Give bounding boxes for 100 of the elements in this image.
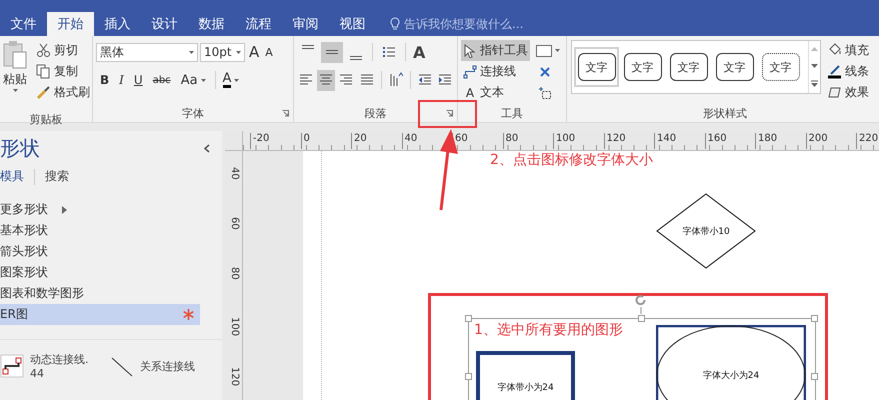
justify-icon: [360, 73, 374, 87]
rotation-handle-icon[interactable]: [635, 295, 647, 314]
paintbrush-icon: [36, 85, 51, 100]
copy-icon: [36, 64, 51, 79]
pen-icon: [827, 64, 842, 79]
selection-handle[interactable]: [465, 315, 472, 322]
master-shape[interactable]: 动态连接线. 44: [0, 352, 110, 380]
diamond-shape[interactable]: 字体带小10: [656, 193, 756, 269]
selection-handle[interactable]: [811, 315, 818, 322]
clipboard-button[interactable]: 格式刷: [34, 82, 92, 103]
effects-icon: [827, 85, 842, 100]
ruler-label: 120: [229, 367, 240, 386]
ribbon-tab[interactable]: 设计: [141, 12, 188, 36]
font-name-field[interactable]: 黑体: [96, 42, 198, 62]
ribbon-tab[interactable]: 审阅: [282, 12, 329, 36]
ruler-label: 200: [806, 133, 828, 149]
caret-icon: [200, 78, 206, 82]
ruler-label: 180: [755, 133, 778, 149]
panel-title: 形状: [0, 135, 40, 162]
group-label: 字体: [182, 106, 204, 120]
vertical-align-button[interactable]: [321, 42, 343, 62]
stencil-item[interactable]: ER图: [0, 304, 200, 325]
caret-icon: [189, 50, 194, 54]
group-label: 段落: [364, 106, 386, 120]
clipboard-button[interactable]: 剪切: [34, 40, 92, 61]
ruler-label: 80: [229, 267, 240, 280]
ruler-label: 0: [300, 133, 310, 149]
line-button[interactable]: 线条: [825, 61, 871, 82]
group-label: 工具: [501, 106, 523, 120]
ruler-label: 160: [704, 133, 727, 149]
annotation-text: 1、选中所有要用的图形: [474, 321, 623, 339]
ribbon-tab[interactable]: 开始: [47, 12, 94, 36]
ruler-label: 40: [402, 133, 418, 149]
stencil-item[interactable]: 更多形状: [0, 199, 200, 220]
strikethrough-button[interactable]: abc: [148, 70, 175, 90]
ruler-label: 100: [229, 317, 240, 336]
caret-icon: [12, 89, 18, 92]
shrink-font-button[interactable]: A: [263, 42, 275, 62]
scissors-icon: [36, 43, 51, 58]
panel-tab[interactable]: 模具: [0, 168, 24, 185]
text-tool-button[interactable]: A 文本: [461, 82, 530, 103]
case-button[interactable]: Aa: [176, 70, 210, 90]
paste-button[interactable]: 粘贴: [0, 40, 30, 112]
stencil-item[interactable]: 图表和数学图形: [0, 283, 200, 304]
bold-button[interactable]: B: [96, 70, 114, 90]
effect-button[interactable]: 效果: [825, 82, 871, 103]
ruler-label: -20: [250, 133, 270, 149]
stencil-item[interactable]: 箭头形状: [0, 241, 200, 262]
caret-icon: [236, 50, 241, 54]
scroll-down-icon[interactable]: [811, 62, 818, 69]
font-size-field[interactable]: 10pt: [200, 42, 245, 62]
ribbon-tab[interactable]: 数据: [188, 12, 235, 36]
dynamic-connector-icon: [0, 354, 24, 378]
group-label: 形状样式: [703, 106, 747, 120]
horizontal-align-button[interactable]: [317, 70, 336, 90]
master-shape[interactable]: 关系连接线: [110, 352, 210, 380]
selection-handle[interactable]: [811, 373, 818, 380]
highlight-box: [418, 100, 477, 128]
ribbon-tab[interactable]: 文件: [0, 12, 47, 36]
ruler-label: 60: [229, 217, 240, 230]
dialog-launcher-icon[interactable]: [446, 110, 453, 117]
stencil-item[interactable]: 图案形状: [0, 262, 200, 283]
underline-button[interactable]: U: [130, 70, 147, 90]
clipboard-button[interactable]: 复制: [34, 61, 92, 82]
indent-icon: [438, 73, 452, 87]
stencil-item[interactable]: 基本形状: [0, 220, 200, 241]
connector-tool-button[interactable]: 连接线: [461, 61, 530, 82]
ellipse-shape[interactable]: 字体大小为24: [656, 325, 806, 400]
font-color-button[interactable]: A: [220, 70, 242, 90]
style-tile[interactable]: 文字: [574, 47, 619, 87]
lightbulb-icon: [390, 17, 400, 31]
selection-handle[interactable]: [465, 373, 472, 380]
ruler-label: 220: [856, 133, 878, 149]
align-top-icon: [302, 44, 314, 48]
pointer-icon: [463, 44, 477, 58]
ruler-label: 80: [502, 133, 518, 149]
ribbon-tab[interactable]: 流程: [235, 12, 282, 36]
align-middle-icon: [326, 50, 338, 54]
fill-button[interactable]: 填充: [825, 40, 871, 61]
selection-handle[interactable]: [638, 315, 645, 322]
connection-point-icon: [538, 86, 552, 100]
more-icon[interactable]: [811, 80, 818, 88]
ribbon-tab[interactable]: 视图: [329, 12, 376, 36]
asterisk-icon: [183, 309, 194, 320]
ribbon-tab[interactable]: 插入: [94, 12, 141, 36]
text-direction-button[interactable]: A: [411, 42, 428, 62]
panel-tab[interactable]: 搜索: [45, 168, 69, 185]
dialog-launcher-icon[interactable]: [282, 110, 289, 117]
italic-button[interactable]: I: [115, 70, 128, 90]
ruler-label: 40: [229, 167, 240, 180]
grow-font-button[interactable]: A: [247, 42, 262, 62]
align-right-icon: [339, 73, 354, 87]
annotation-text: 2、点击图标修改字体大小: [490, 151, 653, 169]
tell-me-field[interactable]: 告诉我你想要做什么...: [404, 17, 544, 31]
group-label: 剪贴板: [30, 112, 62, 127]
rectangle-icon: [536, 44, 552, 56]
align-left-icon: [299, 73, 314, 87]
collapse-chevron-icon[interactable]: [204, 144, 210, 153]
caret-icon: [234, 78, 240, 82]
pointer-tool-button[interactable]: 指针工具: [461, 40, 530, 61]
